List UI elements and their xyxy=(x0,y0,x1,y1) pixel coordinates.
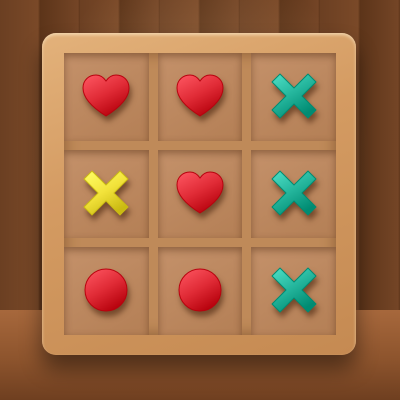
x-piece-icon xyxy=(266,69,322,125)
board-cell-r2c2[interactable] xyxy=(157,150,243,238)
board-cell-r1c3[interactable] xyxy=(251,53,336,141)
x-piece-icon xyxy=(266,166,322,222)
x-piece-icon xyxy=(266,263,322,319)
heart-piece-icon xyxy=(78,69,134,125)
board-grid xyxy=(64,53,336,335)
board-cell-r3c2[interactable] xyxy=(157,247,243,335)
x-piece-icon xyxy=(78,166,134,222)
heart-piece-icon xyxy=(172,69,228,125)
board-cell-r1c1[interactable] xyxy=(64,53,149,141)
heart-piece-icon xyxy=(172,166,228,222)
circle-piece-icon xyxy=(172,263,228,319)
circle-piece-icon xyxy=(78,263,134,319)
board-cell-r1c2[interactable] xyxy=(157,53,243,141)
board-cell-r3c3[interactable] xyxy=(251,247,336,335)
tic-tac-toe-board xyxy=(42,33,356,355)
board-cell-r2c3[interactable] xyxy=(251,150,336,238)
board-cell-r3c1[interactable] xyxy=(64,247,149,335)
board-cell-r2c1[interactable] xyxy=(64,150,149,238)
